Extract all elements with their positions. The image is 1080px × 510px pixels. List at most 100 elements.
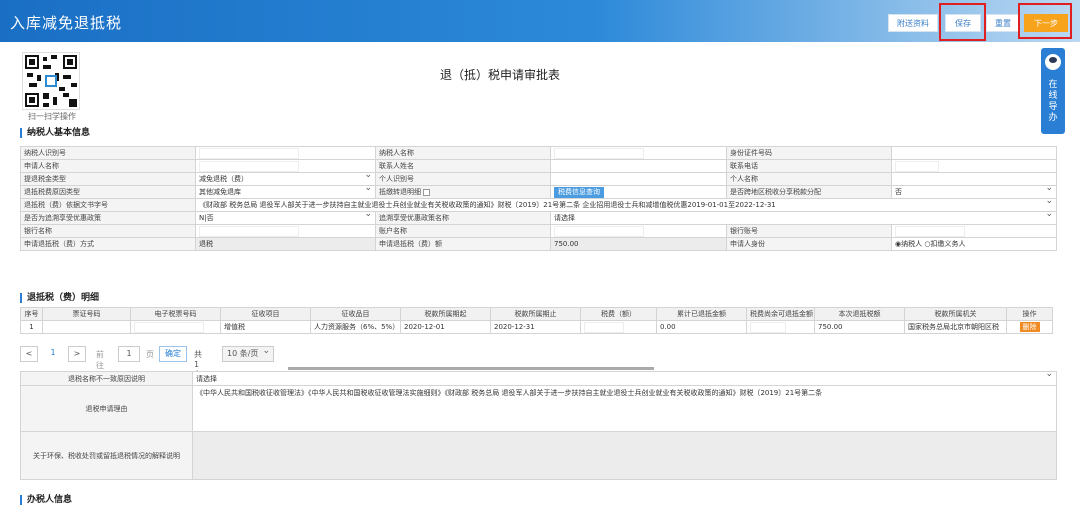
next-page-button[interactable]: > xyxy=(68,346,86,362)
info-query-button[interactable]: 税费信息查询 xyxy=(554,186,604,198)
bank-account-label: 银行账号 xyxy=(726,224,892,238)
row-op: 删除 xyxy=(1006,320,1053,334)
contact-name-field[interactable] xyxy=(550,159,727,173)
attach-button[interactable]: 附送资料 xyxy=(888,14,938,32)
offset-detail-label: 抵缴转退明细 xyxy=(379,188,421,196)
reason-label: 退税申请理由 xyxy=(20,385,193,432)
doc-no-select[interactable]: 《财政部 税务总局 退役军人部关于进一步扶持自主就业退役士兵创业就业有关税收政策… xyxy=(195,198,1057,212)
column-header: 税费尚余可退抵金额 xyxy=(746,307,815,321)
taxpayer-id-label: 纳税人识别号 xyxy=(20,146,196,160)
identity-radio-withholder-label: 扣缴义务人 xyxy=(930,240,966,248)
cross-region-label: 是否跨地区税收分享税款分配 xyxy=(726,185,892,199)
goto-label: 前往 xyxy=(96,350,104,370)
row-item: 增值税 xyxy=(220,320,311,334)
qr-caption: 扫一扫学操作 xyxy=(28,112,76,121)
bank-account-field[interactable] xyxy=(891,224,1057,238)
page-unit: 页 xyxy=(146,350,154,359)
bank-name-field[interactable] xyxy=(195,224,376,238)
column-header: 税款所属期起 xyxy=(400,307,491,321)
row-tax xyxy=(580,320,657,334)
save-highlight-box xyxy=(939,3,986,41)
current-page[interactable]: 1 xyxy=(44,346,62,362)
refund-method-label: 申请退抵税（费）方式 xyxy=(20,237,196,251)
identity-radio-taxpayer[interactable]: ◉纳税人 xyxy=(895,240,922,248)
env-textarea[interactable] xyxy=(192,431,1057,480)
person-name-label: 个人名称 xyxy=(726,172,892,186)
id-no-label: 身份证件号码 xyxy=(726,146,892,160)
offset-detail-checkbox[interactable] xyxy=(423,188,431,196)
prev-page-button[interactable]: < xyxy=(20,346,38,362)
identity-radio-taxpayer-label: 纳税人 xyxy=(901,240,923,248)
section-refund-detail: 退抵税（费）明细 xyxy=(20,293,99,303)
page-input[interactable]: 1 xyxy=(118,346,140,362)
tax-type-select[interactable]: 减免退税（费） xyxy=(195,172,376,186)
online-guide-label: 在线导办 xyxy=(1048,80,1058,123)
contact-phone-field[interactable] xyxy=(891,159,1057,173)
id-no-field[interactable] xyxy=(891,146,1057,160)
column-header: 征收项目 xyxy=(220,307,311,321)
retro-policy-name-label: 追溯享受优惠政策名称 xyxy=(375,211,551,225)
refund-detail-table: 序号 票证号码 电子税票号码 征收项目 征收品目 税款所属期起 税款所属期止 税费（额） 累计已… xyxy=(20,307,1053,334)
row-refunded: 0.00 xyxy=(656,320,747,334)
refund-amount-field: 750.00 xyxy=(550,237,727,251)
retro-policy-label: 是否为追溯享受优惠政策 xyxy=(20,211,196,225)
taxpayer-id-field[interactable] xyxy=(195,146,376,160)
contact-phone-label: 联系电话 xyxy=(726,159,892,173)
refund-amount-label: 申请退抵税（费）额 xyxy=(375,237,551,251)
applicant-identity-radios: ◉纳税人 ○扣缴义务人 xyxy=(891,237,1057,251)
document-title: 退（抵）税申请审批表 xyxy=(440,68,561,82)
reset-button[interactable]: 重置 xyxy=(986,14,1020,32)
next-highlight-box xyxy=(1018,3,1072,39)
column-header: 征收品目 xyxy=(310,307,401,321)
row-no: 1 xyxy=(20,320,43,334)
row-ticket xyxy=(42,320,131,334)
row-subitem: 人力资源服务（6%、5%） xyxy=(310,320,401,334)
confirm-page-button[interactable]: 确定 xyxy=(159,346,187,362)
column-header: 税款所属期止 xyxy=(490,307,581,321)
section-basic-info: 纳税人基本信息 xyxy=(20,128,90,138)
row-start: 2020-12-01 xyxy=(400,320,491,334)
identity-radio-withholder[interactable]: ○扣缴义务人 xyxy=(924,240,965,248)
retro-policy-name-select[interactable]: 请选择 xyxy=(550,211,1057,225)
mismatch-select[interactable]: 请选择 xyxy=(192,371,1057,386)
env-label: 关于环保、税收处罚或留抵退税情况的解释说明 xyxy=(20,431,193,480)
row-eticket xyxy=(130,320,221,334)
tax-type-label: 提退税金类型 xyxy=(20,172,196,186)
taxpayer-name-label: 纳税人名称 xyxy=(375,146,551,160)
row-end: 2020-12-31 xyxy=(490,320,581,334)
taxpayer-name-field[interactable] xyxy=(550,146,727,160)
applicant-identity-label: 申请人身份 xyxy=(726,237,892,251)
column-header: 税款所属机关 xyxy=(904,307,1007,321)
app-header: 入库减免退抵税 附送资料 保存 重置 下一步 xyxy=(0,0,1080,42)
cross-region-select[interactable]: 否 xyxy=(891,185,1057,199)
retro-policy-select[interactable]: N|否 xyxy=(195,211,376,225)
reason-type-select[interactable]: 其他减免退库 xyxy=(195,185,376,199)
person-id-label: 个人识别号 xyxy=(375,172,551,186)
mismatch-label: 退税名称不一致原因说明 xyxy=(20,371,193,386)
account-name-field[interactable] xyxy=(550,224,727,238)
row-office: 国家税务总局北京市朝阳区税 xyxy=(904,320,1007,334)
offset-detail-cell: 抵缴转退明细 xyxy=(375,185,551,199)
column-header: 票证号码 xyxy=(42,307,131,321)
page-size-select[interactable]: 10 条/页 xyxy=(222,344,274,362)
column-header: 序号 xyxy=(20,307,43,321)
column-header: 操作 xyxy=(1006,307,1053,321)
person-name-field[interactable] xyxy=(891,172,1057,186)
contact-name-label: 联系人姓名 xyxy=(375,159,551,173)
delete-row-button[interactable]: 删除 xyxy=(1019,322,1040,332)
refund-method-field: 退税 xyxy=(195,237,376,251)
person-id-field[interactable] xyxy=(550,172,727,186)
online-guide-tab[interactable]: 在线导办 xyxy=(1041,48,1065,134)
row-current: 750.00 xyxy=(814,320,905,334)
qr-code xyxy=(22,52,80,110)
assistant-avatar-icon xyxy=(1045,54,1061,70)
reason-textarea[interactable]: 《中华人民共和国税收征收管理法》《中华人民共和国税收征收管理法实施细则》《财政部… xyxy=(192,385,1057,432)
row-remaining xyxy=(746,320,815,334)
reason-table: 退税名称不一致原因说明 请选择 退税申请理由 《中华人民共和国税收征收管理法》《… xyxy=(20,371,1057,480)
applicant-name-field[interactable] xyxy=(195,159,376,173)
account-name-label: 账户名称 xyxy=(375,224,551,238)
column-header: 电子税票号码 xyxy=(130,307,221,321)
column-header: 税费（额） xyxy=(580,307,657,321)
horizontal-scrollbar[interactable] xyxy=(288,367,654,370)
applicant-name-label: 申请人名称 xyxy=(20,159,196,173)
